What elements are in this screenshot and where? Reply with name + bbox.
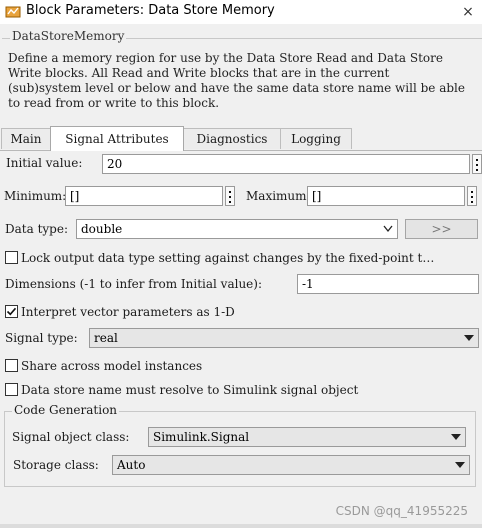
- initial-value-label: Initial value:: [6, 156, 83, 170]
- tab-signal-attributes[interactable]: Signal Attributes: [50, 126, 184, 151]
- resolve-simulink-label: Data store name must resolve to Simulink…: [21, 383, 359, 397]
- watermark: CSDN @qq_41955225: [335, 504, 468, 518]
- initial-value-input[interactable]: 20: [102, 154, 470, 174]
- title-bar: Block Parameters: Data Store Memory ×: [0, 0, 482, 24]
- description-text: Define a memory region for use by the Da…: [8, 51, 482, 111]
- minimum-label: Minimum:: [4, 189, 67, 203]
- tab-bar: Main Signal Attributes Diagnostics Loggi…: [0, 126, 482, 151]
- data-type-value: double: [81, 222, 123, 236]
- initial-value-menu-icon[interactable]: [472, 154, 482, 174]
- dropdown-arrow-icon: [451, 434, 461, 440]
- window-title: Block Parameters: Data Store Memory: [26, 3, 275, 18]
- storage-class-label: Storage class:: [13, 458, 99, 472]
- lock-output-checkbox[interactable]: [5, 251, 18, 264]
- code-generation-legend: Code Generation: [12, 403, 120, 417]
- minimum-input[interactable]: []: [65, 186, 223, 206]
- dropdown-arrow-icon: [455, 462, 465, 468]
- maximum-input[interactable]: []: [307, 186, 465, 206]
- checkmark-icon: [6, 307, 17, 316]
- interpret-vector-label: Interpret vector parameters as 1-D: [21, 305, 235, 319]
- footer-strip: [0, 524, 482, 528]
- signal-type-select[interactable]: real: [89, 328, 479, 348]
- share-instances-label: Share across model instances: [21, 359, 203, 373]
- storage-class-value: Auto: [117, 458, 146, 472]
- signal-type-label: Signal type:: [5, 331, 78, 345]
- minimum-menu-icon[interactable]: [225, 186, 235, 206]
- description-line: (sub)system level or below and have the …: [8, 81, 465, 95]
- interpret-vector-checkbox[interactable]: [5, 305, 18, 318]
- close-icon[interactable]: ×: [458, 0, 478, 24]
- storage-class-select[interactable]: Auto: [112, 455, 470, 475]
- tab-logging[interactable]: Logging: [280, 128, 352, 149]
- description-legend: DataStoreMemory: [10, 29, 127, 43]
- resolve-simulink-checkbox[interactable]: [5, 383, 18, 396]
- chevron-down-icon: [383, 225, 393, 233]
- signal-object-class-label: Signal object class:: [12, 430, 130, 444]
- data-type-label: Data type:: [5, 222, 68, 236]
- lock-output-label: Lock output data type setting against ch…: [21, 251, 435, 265]
- code-generation-group: [4, 411, 476, 487]
- maximum-menu-icon[interactable]: [467, 186, 477, 206]
- data-type-assistant-button[interactable]: >>: [405, 219, 478, 239]
- description-line: to read from or write to this block.: [8, 96, 220, 110]
- description-line: Define a memory region for use by the Da…: [8, 51, 443, 65]
- share-instances-checkbox[interactable]: [5, 359, 18, 372]
- signal-type-value: real: [94, 331, 118, 345]
- dimensions-input[interactable]: -1: [297, 274, 479, 294]
- description-line: Write blocks. All Read and Write blocks …: [8, 66, 390, 80]
- signal-object-class-select[interactable]: Simulink.Signal: [148, 427, 466, 447]
- block-description: DataStoreMemory Define a memory region f…: [2, 29, 482, 114]
- dimensions-label: Dimensions (-1 to infer from Initial val…: [5, 277, 262, 291]
- tab-diagnostics[interactable]: Diagnostics: [183, 128, 281, 149]
- data-type-select[interactable]: double: [76, 219, 398, 239]
- tab-main[interactable]: Main: [1, 128, 51, 149]
- simulink-block-icon: [5, 6, 21, 18]
- signal-object-class-value: Simulink.Signal: [153, 430, 250, 444]
- dropdown-arrow-icon: [464, 335, 474, 341]
- maximum-label: Maximum:: [246, 189, 311, 203]
